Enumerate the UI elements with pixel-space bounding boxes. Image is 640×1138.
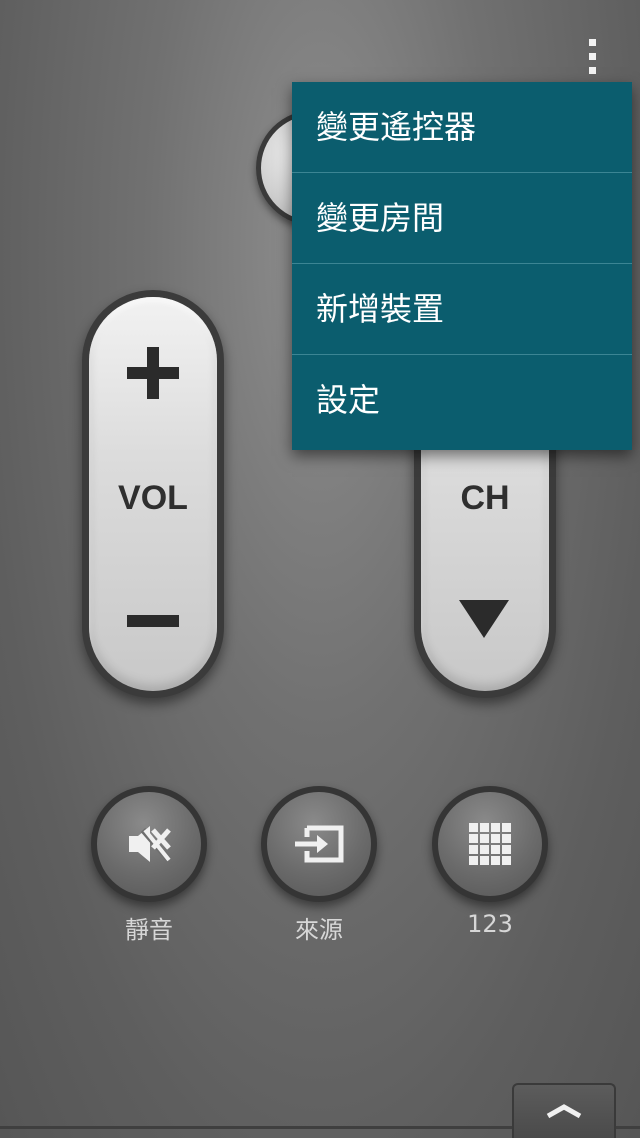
volume-down-button[interactable] [127, 615, 179, 627]
source-input-icon [295, 825, 344, 863]
mute-button[interactable] [91, 786, 207, 902]
source-button-face [267, 792, 371, 896]
source-button[interactable] [261, 786, 377, 902]
mute-icon [129, 826, 172, 862]
volume-label: VOL [118, 479, 188, 517]
keypad-grid-icon [469, 823, 511, 865]
overflow-menu: 變更遙控器 變更房間 新增裝置 設定 [292, 82, 632, 450]
volume-rocker-face: VOL [89, 297, 217, 691]
overflow-menu-icon[interactable] [572, 30, 612, 82]
volume-up-button[interactable] [127, 347, 179, 399]
numpad-button[interactable] [432, 786, 548, 902]
plus-icon [147, 347, 159, 399]
menu-item-change-room[interactable]: 變更房間 [292, 173, 632, 264]
chevron-up-icon [546, 1104, 582, 1119]
mute-button-face [97, 792, 201, 896]
overflow-dot [588, 66, 596, 74]
mute-label: 靜音 [125, 916, 173, 944]
drawer-handle[interactable] [512, 1083, 616, 1138]
numpad-label: 123 [467, 910, 513, 938]
menu-item-settings[interactable]: 設定 [292, 355, 632, 446]
overflow-dot [588, 52, 596, 60]
channel-down-button[interactable] [459, 600, 509, 638]
channel-label: CH [460, 479, 510, 517]
menu-item-change-remote[interactable]: 變更遙控器 [292, 82, 632, 173]
volume-rocker: VOL [82, 290, 224, 698]
source-label: 來源 [295, 916, 343, 944]
overflow-dot [588, 38, 596, 46]
menu-item-add-device[interactable]: 新增裝置 [292, 264, 632, 355]
numpad-button-face [438, 792, 542, 896]
